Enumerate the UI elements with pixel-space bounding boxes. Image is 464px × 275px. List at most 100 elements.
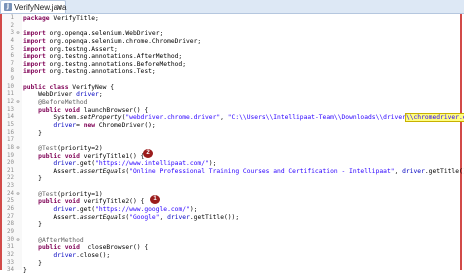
fold-toggle-icon[interactable]: ⊖	[15, 191, 21, 199]
code-line[interactable]: 26 driver.get("https://www.google.com/")…	[2, 206, 460, 214]
line-number: 32	[7, 251, 14, 258]
code-line[interactable]: 1 package VerifyTitle;	[2, 15, 460, 23]
code-token: driver	[53, 160, 77, 168]
code-token: ,	[159, 213, 168, 221]
code-line[interactable]: 23	[2, 183, 460, 191]
code-token: org.testng.annotations.Test;	[45, 68, 156, 76]
line-number: 17	[7, 137, 14, 144]
code-line[interactable]: 10 public class VerifyNew {	[2, 84, 460, 92]
code-line[interactable]: 8 import org.testng.annotations.Test;	[2, 68, 460, 76]
line-number: 1	[10, 15, 15, 21]
line-number: 16	[7, 129, 14, 136]
code-token: @AfterMethod	[23, 236, 84, 244]
code-token: Assert.	[23, 213, 80, 221]
line-number: 9	[10, 76, 15, 83]
code-line[interactable]: 6 import org.testng.annotations.AfterMeth…	[2, 53, 460, 61]
code-line[interactable]: 27 Assert.assertEquals("Google", driver.…	[2, 214, 460, 222]
code-token: WebDriver	[23, 91, 77, 99]
code-token: verifyTitle1() {	[79, 152, 145, 160]
line-number: 6	[10, 53, 15, 60]
code-token: .close();	[76, 251, 111, 259]
code-line[interactable]: 28 }	[2, 221, 460, 229]
line-number: 12	[7, 99, 14, 106]
code-line[interactable]: 20 driver.get("https://www.intellipaat.c…	[2, 160, 460, 168]
line-number: 3	[10, 30, 15, 37]
code-line[interactable]: 32 driver.close();	[2, 252, 460, 260]
code-text: driver.get("https://www.google.com/");	[23, 206, 197, 214]
code-token: org.openqa.selenium.chrome.ChromeDriver;	[45, 37, 202, 45]
line-number: 19	[7, 152, 14, 159]
code-line[interactable]: 18 ⊖ @Test(priority=2)	[2, 145, 460, 153]
code-token: import	[23, 30, 46, 38]
code-text: @Test(priority=2)	[23, 144, 103, 153]
code-text: Assert.assertEquals("Online Professional…	[23, 168, 464, 176]
line-number: 11	[7, 91, 14, 98]
code-token: .getTitle());	[189, 213, 240, 221]
code-token: ;	[98, 91, 103, 99]
code-editor[interactable]: 1 package VerifyTitle; 2 3 ⊖ import org.openq…	[0, 14, 464, 274]
code-token: import	[23, 37, 46, 45]
code-text: }	[23, 130, 42, 138]
code-text: package VerifyTitle;	[23, 15, 99, 23]
code-line[interactable]: 25 public void verifyTitle2() {	[2, 198, 460, 206]
fold-toggle-icon[interactable]: ⊖	[15, 237, 21, 245]
code-token: "Google"	[129, 213, 160, 221]
code-token: .get(	[76, 206, 96, 214]
code-token: org.testng.Assert;	[45, 45, 118, 53]
code-token: (priority=1)	[57, 190, 103, 198]
code-line[interactable]: 4 import org.openqa.selenium.chrome.Chrom…	[2, 38, 460, 46]
code-token: Assert.	[23, 167, 80, 175]
code-token: "webdriver.chrome.driver"	[125, 114, 221, 122]
code-token: package	[23, 15, 50, 22]
tab-verifynew-java[interactable]: J VerifyNew.java ✕	[0, 0, 66, 13]
callout-marker-2: 2	[143, 149, 153, 158]
close-icon[interactable]: ✕	[56, 2, 63, 13]
line-number: 25	[7, 198, 14, 205]
code-text: }	[23, 221, 42, 229]
fold-toggle-icon[interactable]: ⊖	[15, 145, 21, 153]
code-area[interactable]: 1 package VerifyTitle; 2 3 ⊖ import org.openq…	[2, 15, 464, 275]
code-line[interactable]: 9	[2, 76, 460, 84]
code-token: public void	[38, 152, 80, 160]
code-line[interactable]: 17	[2, 137, 460, 145]
code-token: launchBrowser() {	[79, 106, 149, 114]
code-line[interactable]: 33 }	[2, 260, 460, 268]
code-line[interactable]: 15 driver= new ChromeDriver();	[2, 122, 460, 130]
code-line[interactable]: 11 WebDriver driver;	[2, 91, 460, 99]
code-line[interactable]: 3 ⊖ import org.openqa.selenium.WebDriver;	[2, 30, 460, 38]
code-text: public void closeBrowser() {	[23, 244, 148, 252]
line-number: 18	[7, 144, 14, 151]
line-number: 15	[7, 121, 14, 128]
code-line[interactable]: 29	[2, 229, 460, 237]
code-token: driver	[402, 167, 425, 175]
fold-toggle-icon[interactable]: ⊖	[15, 30, 21, 38]
code-token: "https://www.intellipaat.com/"	[95, 160, 209, 168]
code-line[interactable]: 16 }	[2, 130, 460, 138]
code-token: public class	[23, 83, 69, 91]
code-token: closeBrowser() {	[79, 244, 149, 252]
code-text: }	[23, 175, 42, 183]
code-token: "Online Professional Training Courses an…	[129, 167, 395, 175]
code-token: (priority=2)	[57, 144, 103, 152]
line-number: 26	[7, 206, 14, 213]
fold-toggle-icon[interactable]: ⊖	[15, 99, 21, 107]
code-line[interactable]: 31 public void closeBrowser() {	[2, 244, 460, 252]
code-token: public void	[38, 106, 80, 114]
code-line[interactable]: 21 Assert.assertEquals("Online Professio…	[2, 168, 464, 176]
line-number: 33	[7, 259, 14, 266]
code-line[interactable]: 19 public void verifyTitle1() {	[2, 153, 460, 161]
code-token: import	[23, 53, 46, 61]
code-line[interactable]: 34}	[2, 267, 460, 275]
code-line[interactable]: 22 }	[2, 175, 460, 183]
line-number: 14	[7, 114, 14, 121]
code-token: ChromeDriver();	[95, 121, 156, 129]
code-token: VerifyTitle;	[49, 15, 99, 22]
code-token: @BeforeMethod	[23, 99, 88, 107]
code-token: import	[23, 68, 46, 76]
code-line[interactable]: 14 System.setProperty("webdriver.chrome.…	[2, 113, 464, 123]
code-line[interactable]: 12 ⊖ @BeforeMethod	[2, 99, 460, 107]
code-token: public void	[38, 244, 80, 252]
